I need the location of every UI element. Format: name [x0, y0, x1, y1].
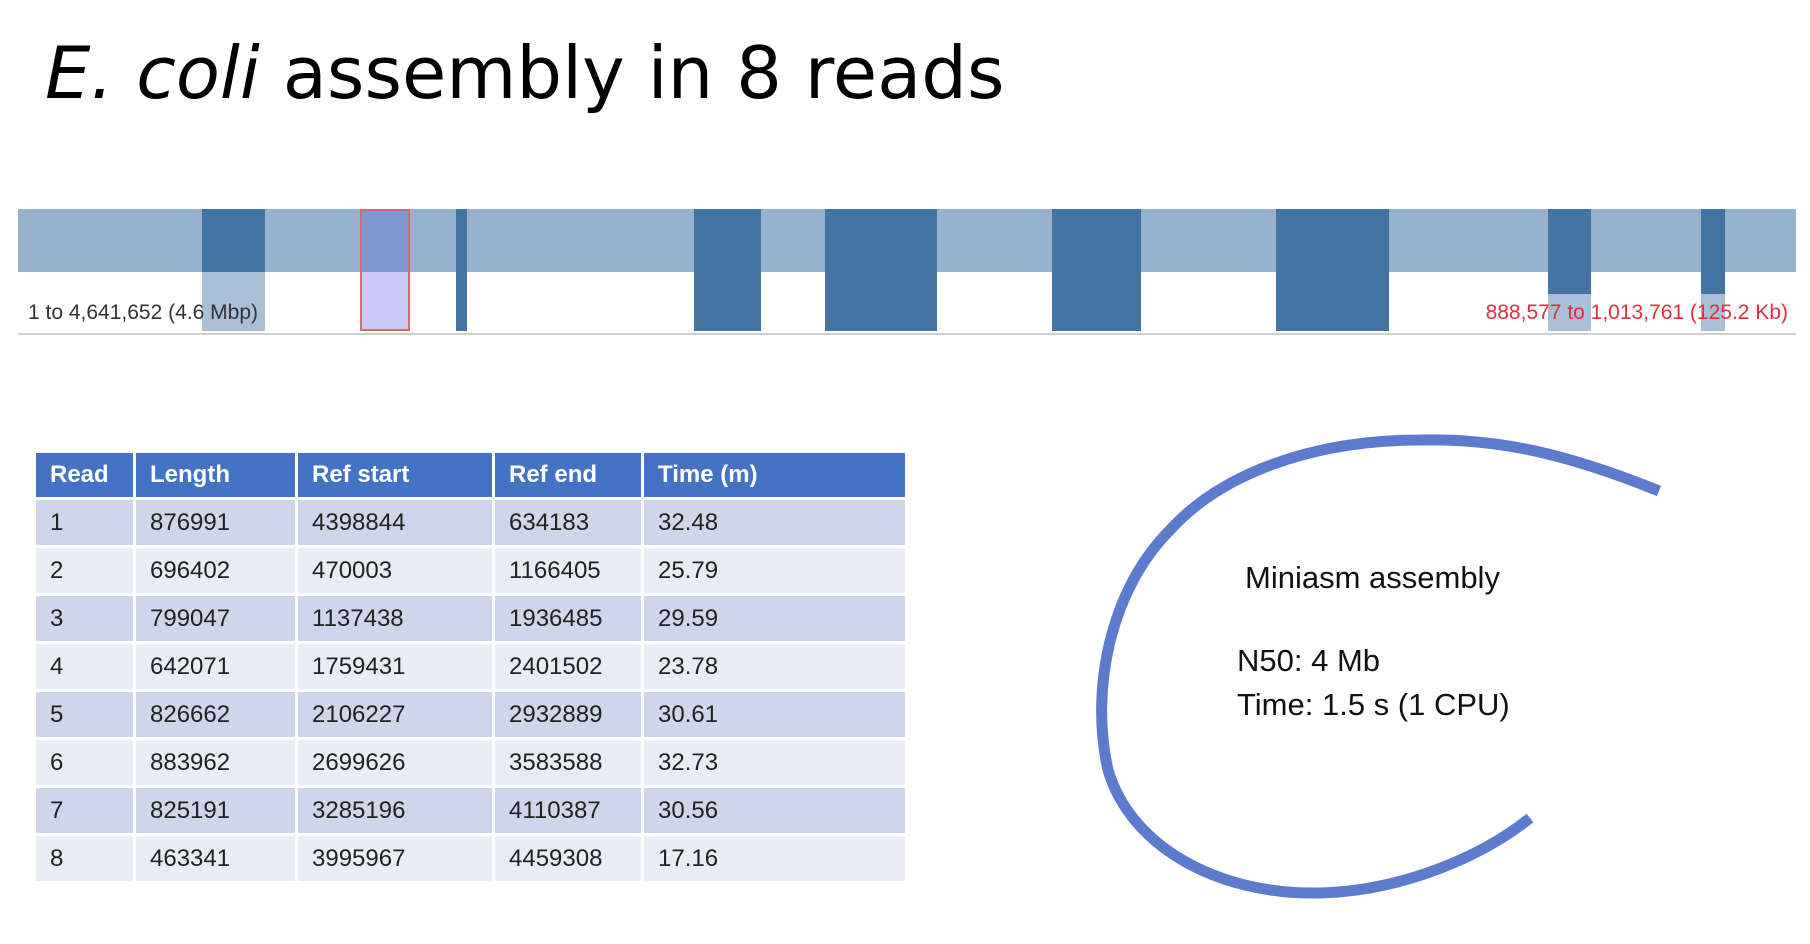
- assembly-title: Miniasm assembly: [1245, 560, 1500, 595]
- assembly-time: Time: 1.5 s (1 CPU): [1237, 687, 1510, 722]
- assembly-n50: N50: 4 Mb: [1237, 643, 1381, 678]
- assembly-arc: [1096, 434, 1662, 899]
- assembly-arc-graphic: [1096, 434, 1662, 899]
